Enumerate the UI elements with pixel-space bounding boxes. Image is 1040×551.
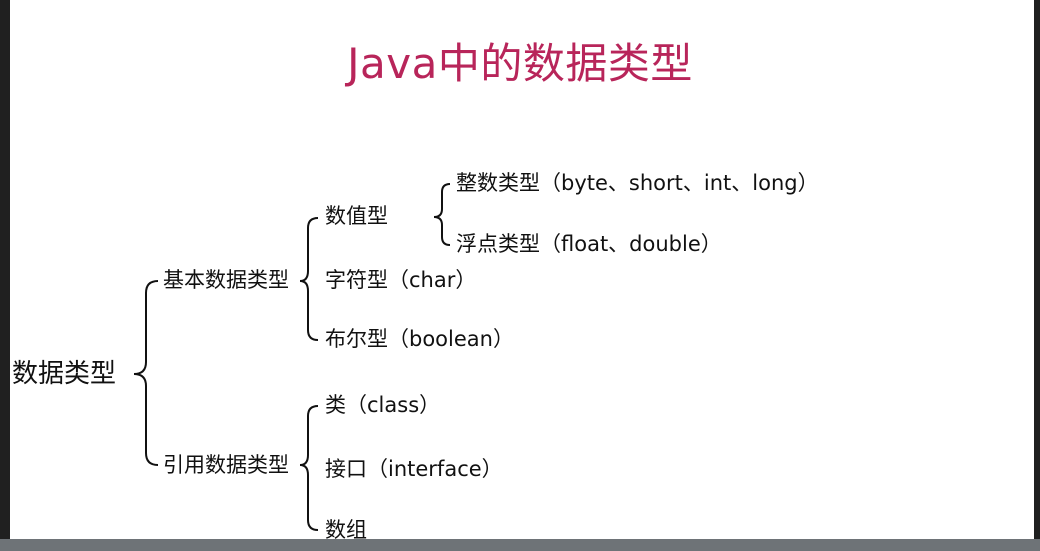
primitive-bracket [299,217,319,341]
char-type-label: 字符型（char） [325,268,477,292]
numeric-bracket [433,183,451,246]
boolean-type-label: 布尔型（boolean） [325,327,514,351]
class-type-label: 类（class） [325,393,441,417]
reference-bracket [299,405,319,531]
numeric-type-label: 数值型 [325,204,388,228]
interface-type-label: 接口（interface） [325,457,503,481]
float-types-label: 浮点类型（float、double） [456,232,722,256]
primitive-types-label: 基本数据类型 [163,268,289,292]
tree-brackets [133,183,451,531]
reference-types-label: 引用数据类型 [163,453,289,477]
root-bracket [133,280,159,466]
integer-types-label: 整数类型（byte、short、int、long） [456,171,819,195]
bottom-bar [0,539,1040,551]
root-data-types: 数据类型 [12,359,117,389]
array-type-label: 数组 [325,518,367,542]
